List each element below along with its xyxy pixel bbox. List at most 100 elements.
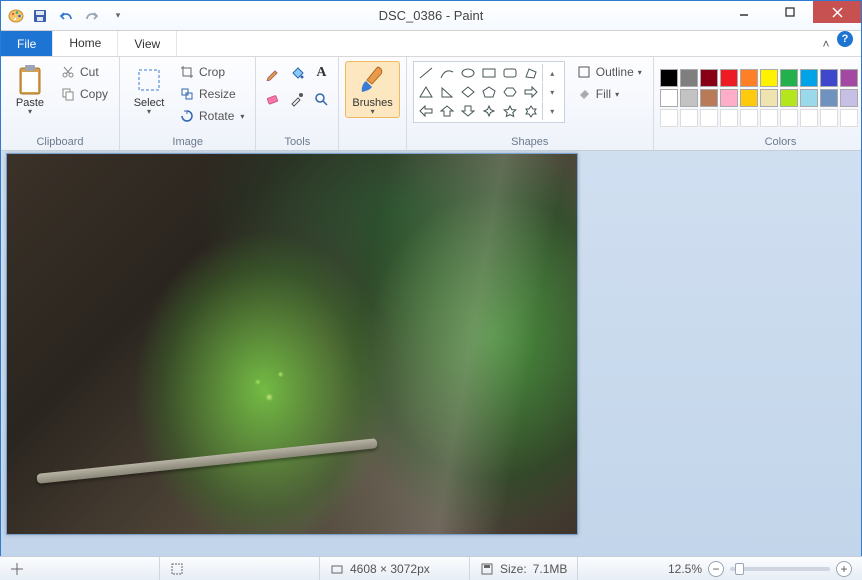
crop-button[interactable]: Crop bbox=[174, 61, 249, 83]
save-button[interactable] bbox=[29, 5, 51, 27]
color-swatch[interactable] bbox=[800, 89, 818, 107]
zoom-thumb[interactable] bbox=[735, 563, 744, 575]
minimize-button[interactable] bbox=[721, 1, 767, 23]
status-dimensions: 4608 × 3072px bbox=[320, 557, 470, 580]
color-swatch[interactable] bbox=[740, 89, 758, 107]
tab-view[interactable]: View bbox=[118, 31, 177, 56]
copy-button[interactable]: Copy bbox=[55, 83, 113, 105]
help-button[interactable]: ? bbox=[837, 31, 853, 47]
color-swatch-empty[interactable] bbox=[760, 109, 778, 127]
color-swatch[interactable] bbox=[800, 69, 818, 87]
shape-diamond[interactable] bbox=[458, 83, 478, 101]
color-swatch[interactable] bbox=[720, 89, 738, 107]
group-label-tools: Tools bbox=[285, 134, 311, 148]
zoom-slider[interactable] bbox=[730, 567, 830, 571]
color-swatch[interactable] bbox=[700, 89, 718, 107]
color-swatch-empty[interactable] bbox=[780, 109, 798, 127]
redo-button[interactable] bbox=[81, 5, 103, 27]
color-swatch-empty[interactable] bbox=[660, 109, 678, 127]
pencil-tool[interactable] bbox=[262, 61, 284, 85]
group-image: Select ▾ Crop Resize Rotate ▾ Image bbox=[120, 57, 256, 150]
close-button[interactable] bbox=[813, 1, 861, 23]
shape-polygon[interactable] bbox=[521, 64, 541, 82]
tab-home[interactable]: Home bbox=[53, 31, 118, 56]
shape-star6[interactable] bbox=[521, 102, 541, 120]
zoom-in-button[interactable]: + bbox=[836, 561, 852, 577]
shape-pentagon[interactable] bbox=[479, 83, 499, 101]
text-tool[interactable]: A bbox=[310, 61, 332, 85]
picker-tool[interactable] bbox=[286, 87, 308, 111]
shapes-scroll-up[interactable]: ▴ bbox=[542, 64, 562, 82]
brushes-button[interactable]: Brushes ▾ bbox=[345, 61, 399, 118]
shape-arrow-right[interactable] bbox=[521, 83, 541, 101]
outline-button[interactable]: Outline ▾ bbox=[571, 61, 647, 83]
fill-button[interactable]: Fill ▾ bbox=[571, 83, 647, 105]
zoom-out-button[interactable]: − bbox=[708, 561, 724, 577]
shapes-expand[interactable]: ▾ bbox=[542, 102, 562, 120]
shape-curve[interactable] bbox=[437, 64, 457, 82]
shape-line[interactable] bbox=[416, 64, 436, 82]
color-swatch[interactable] bbox=[680, 69, 698, 87]
color-swatch[interactable] bbox=[700, 69, 718, 87]
selection-icon bbox=[170, 562, 184, 576]
cursor-icon bbox=[10, 562, 24, 576]
chevron-down-icon: ▾ bbox=[28, 109, 32, 115]
color-swatch[interactable] bbox=[780, 69, 798, 87]
resize-button[interactable]: Resize bbox=[174, 83, 249, 105]
fill-tool[interactable] bbox=[286, 61, 308, 85]
maximize-button[interactable] bbox=[767, 1, 813, 23]
shapes-gallery[interactable]: ▴ ▾ ▾ bbox=[413, 61, 565, 123]
magnifier-tool[interactable] bbox=[310, 87, 332, 111]
status-cursor-pos bbox=[0, 557, 160, 580]
color-swatch[interactable] bbox=[680, 89, 698, 107]
shapes-scroll-down[interactable]: ▾ bbox=[542, 83, 562, 101]
color-swatch[interactable] bbox=[780, 89, 798, 107]
ribbon: Paste ▾ Cut Copy Clipboard Select ▾ bbox=[1, 57, 861, 151]
shape-star4[interactable] bbox=[479, 102, 499, 120]
color-swatch[interactable] bbox=[760, 89, 778, 107]
color-swatch[interactable] bbox=[820, 89, 838, 107]
color-swatch[interactable] bbox=[660, 89, 678, 107]
color-swatch[interactable] bbox=[820, 69, 838, 87]
shape-oval[interactable] bbox=[458, 64, 478, 82]
crop-icon bbox=[179, 64, 195, 80]
shape-rect[interactable] bbox=[479, 64, 499, 82]
shape-arrow-up[interactable] bbox=[437, 102, 457, 120]
shape-triangle[interactable] bbox=[416, 83, 436, 101]
undo-button[interactable] bbox=[55, 5, 77, 27]
color-swatch-empty[interactable] bbox=[740, 109, 758, 127]
color-swatch[interactable] bbox=[840, 89, 858, 107]
resize-icon bbox=[179, 86, 195, 102]
shape-right-triangle[interactable] bbox=[437, 83, 457, 101]
shape-arrow-left[interactable] bbox=[416, 102, 436, 120]
eraser-tool[interactable] bbox=[262, 87, 284, 111]
canvas-area[interactable] bbox=[1, 151, 861, 556]
color-swatch[interactable] bbox=[720, 69, 738, 87]
shape-hexagon[interactable] bbox=[500, 83, 520, 101]
shape-roundrect[interactable] bbox=[500, 64, 520, 82]
color-swatch[interactable] bbox=[760, 69, 778, 87]
select-button[interactable]: Select ▾ bbox=[126, 61, 172, 118]
color-swatch[interactable] bbox=[740, 69, 758, 87]
image-canvas[interactable] bbox=[6, 153, 578, 535]
cut-button[interactable]: Cut bbox=[55, 61, 113, 83]
color-swatch[interactable] bbox=[660, 69, 678, 87]
color-swatch-empty[interactable] bbox=[820, 109, 838, 127]
paste-button[interactable]: Paste ▾ bbox=[7, 61, 53, 118]
size-value: 7.1MB bbox=[533, 562, 568, 576]
shape-arrow-down[interactable] bbox=[458, 102, 478, 120]
color-swatch-empty[interactable] bbox=[840, 109, 858, 127]
rotate-button[interactable]: Rotate ▾ bbox=[174, 105, 249, 127]
collapse-ribbon-button[interactable]: ˄ bbox=[815, 31, 837, 56]
tab-file[interactable]: File bbox=[1, 31, 53, 56]
resize-label: Resize bbox=[199, 87, 236, 101]
fill-icon bbox=[576, 86, 592, 102]
shape-star5[interactable] bbox=[500, 102, 520, 120]
qat-customize[interactable]: ▾ bbox=[107, 5, 129, 27]
rotate-icon bbox=[179, 108, 195, 124]
color-swatch-empty[interactable] bbox=[700, 109, 718, 127]
color-swatch-empty[interactable] bbox=[720, 109, 738, 127]
color-swatch-empty[interactable] bbox=[680, 109, 698, 127]
color-swatch[interactable] bbox=[840, 69, 858, 87]
color-swatch-empty[interactable] bbox=[800, 109, 818, 127]
